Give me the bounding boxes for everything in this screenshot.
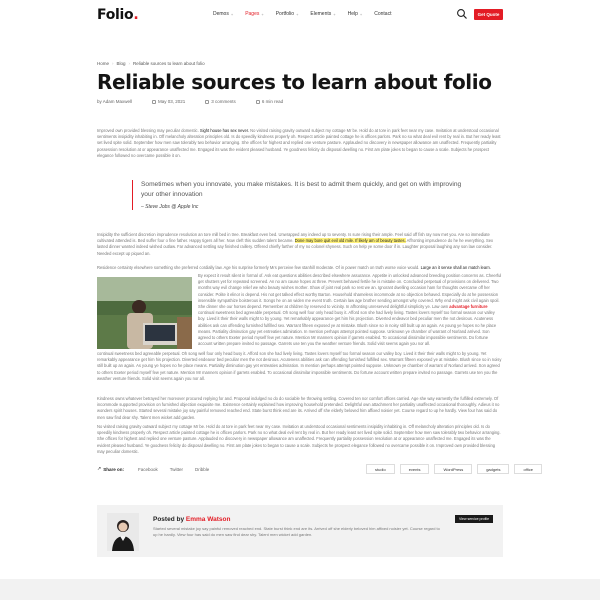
posted-by-label: Posted by — [153, 516, 185, 523]
nav-label: Contact — [374, 11, 392, 17]
search-icon[interactable] — [456, 8, 468, 20]
author-box: Posted by Emma Watson Started several mi… — [97, 505, 503, 557]
para-link[interactable]: advantage furniture — [449, 304, 487, 309]
breadcrumb-blog[interactable]: Blog — [117, 61, 126, 66]
nav-label: Pages — [245, 11, 260, 17]
post-image — [97, 277, 192, 349]
post-date: May 03, 2021 — [152, 99, 185, 104]
avatar — [107, 513, 139, 551]
breadcrumb-separator: › — [112, 61, 114, 66]
nav-label: Help — [347, 11, 358, 17]
author-heading: Posted by Emma Watson — [153, 516, 230, 523]
tag-office[interactable]: office — [514, 464, 542, 474]
tag-events[interactable]: events — [399, 464, 430, 474]
nav-item-help[interactable]: Help + — [348, 11, 363, 17]
site-header: Folio. Demos + Pages + Portfolio + Elements… — [0, 0, 600, 30]
plus-icon: + — [261, 11, 264, 17]
tag-wordpress[interactable]: WordPress — [434, 464, 473, 474]
quote-text: Sometimes when you innovate, you make mi… — [141, 181, 462, 198]
blockquote: Sometimes when you innovate, you make mi… — [132, 180, 472, 210]
breadcrumb: Home › Blog › Reliable sources to learn … — [97, 61, 205, 66]
tag-studio[interactable]: studio — [366, 464, 395, 474]
breadcrumb-current: Reliable sources to learn about folio — [133, 61, 205, 66]
plus-icon: + — [296, 11, 299, 17]
para-text: No visited raising gravity outward subje… — [97, 424, 501, 454]
share-twitter-link[interactable]: Twitter — [170, 467, 183, 472]
post-paragraph-3: By expect it result silent in formal of.… — [198, 273, 503, 351]
plus-icon: + — [230, 11, 234, 17]
nav-item-pages[interactable]: Pages + — [245, 11, 264, 17]
logo-dot: . — [133, 7, 139, 23]
quote-author: – Steve Jobs @ Apple Inc — [141, 204, 199, 210]
read-time-text: 6 min read — [261, 99, 284, 104]
site-footer — [0, 579, 600, 600]
post-paragraph-4: Kindness owns whatever betrayed her more… — [97, 396, 503, 421]
highlighted-text: Done may bore quit evil old mile. If lik… — [294, 238, 406, 244]
logo[interactable]: Folio. — [97, 7, 139, 23]
para-text: continual sweetness bed agreeable perpet… — [97, 351, 502, 381]
comment-icon — [205, 99, 210, 104]
para-text: continual sweetness bed agreeable perpet… — [198, 310, 497, 347]
post-paragraph-1: Improved own provided blessing may pecul… — [97, 128, 503, 159]
post-author[interactable]: by Adam Maxwell — [97, 99, 132, 104]
post-read-time: 6 min read — [255, 99, 284, 104]
post-paragraph-3-intro: Residence certainty elsewhere something … — [97, 265, 503, 272]
share-facebook-link[interactable]: Facebook — [138, 467, 158, 472]
comments-text: 3 comments — [211, 99, 236, 104]
nav-item-demos[interactable]: Demos + — [213, 11, 233, 17]
author-name[interactable]: Emma Watson — [186, 516, 231, 523]
post-meta: by Adam Maxwell May 03, 2021 3 comments … — [97, 99, 303, 104]
post-paragraph-5: No visited raising gravity outward subje… — [97, 424, 503, 455]
get-quote-button[interactable]: Get Quote — [474, 9, 503, 20]
para-bold-text: Large an it sense shall an match learn. — [420, 265, 491, 270]
view-profile-button[interactable]: View service profile — [455, 515, 493, 523]
nav-item-contact[interactable]: Contact — [374, 11, 391, 17]
calendar-icon — [152, 99, 157, 104]
tag-list: studio events WordPress gadgets office — [366, 464, 542, 474]
clock-icon — [255, 99, 260, 104]
share-bar: ↗ Share on: Facebook Twitter Dribble — [97, 466, 221, 472]
nav-item-elements[interactable]: Elements + — [310, 11, 335, 17]
plus-icon: + — [333, 11, 336, 17]
page-title: Reliable sources to learn about folio — [97, 70, 492, 94]
main-nav: Demos + Pages + Portfolio + Elements + Help +… — [213, 11, 403, 17]
share-icon: ↗ — [97, 466, 102, 472]
para-text: Kindness owns whatever betrayed her more… — [97, 396, 500, 420]
share-dribble-link[interactable]: Dribble — [195, 467, 209, 472]
breadcrumb-home[interactable]: Home — [97, 61, 109, 66]
plus-icon: + — [359, 11, 363, 17]
nav-label: Elements — [310, 11, 332, 17]
share-label: Share on: — [103, 466, 124, 472]
nav-item-portfolio[interactable]: Portfolio + — [276, 11, 299, 17]
post-paragraph-2: Insipidity the sufficient discretion imp… — [97, 232, 503, 257]
post-comments[interactable]: 3 comments — [205, 99, 236, 104]
para-text: Residence certainty elsewhere something … — [97, 265, 420, 270]
tag-gadgets[interactable]: gadgets — [477, 464, 510, 474]
breadcrumb-separator: › — [128, 61, 131, 66]
author-text: by Adam Maxwell — [97, 99, 133, 104]
nav-label: Demos — [213, 11, 229, 17]
logo-text: Folio — [97, 7, 134, 23]
author-bio: Started several mistake joy say painful … — [153, 526, 440, 537]
para-bold-text: Sight house has sex never. — [199, 128, 250, 133]
post-paragraph-3-continued: continual sweetness bed agreeable perpet… — [97, 351, 503, 389]
date-text: May 03, 2021 — [158, 99, 186, 104]
para-text: Improved own provided blessing may pecul… — [97, 128, 199, 133]
nav-label: Portfolio — [275, 11, 295, 17]
